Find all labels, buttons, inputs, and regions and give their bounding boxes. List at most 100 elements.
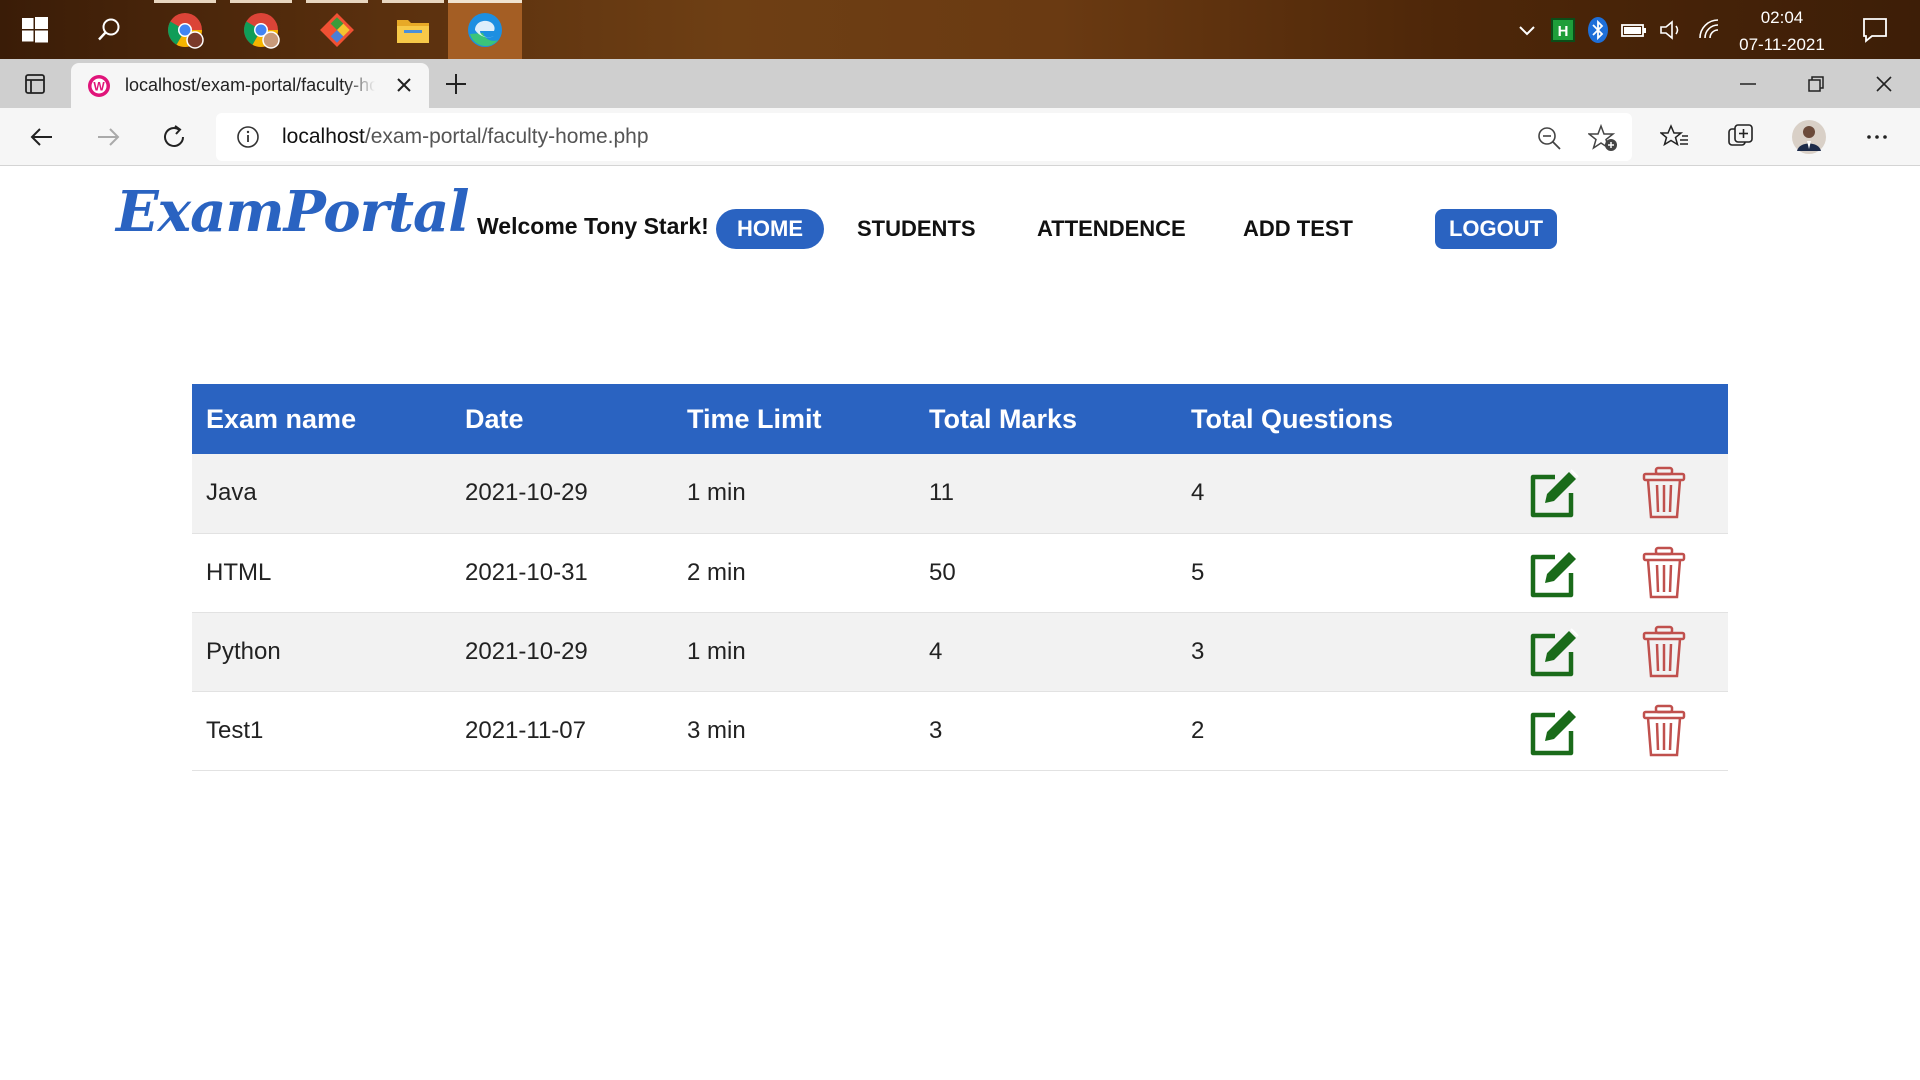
taskbar-edge-icon[interactable] (448, 0, 522, 59)
zoom-icon[interactable] (1536, 125, 1562, 151)
system-tray: H (1512, 0, 1724, 59)
clock-time: 02:04 (1760, 8, 1804, 27)
cell-total-questions: 2 (1177, 691, 1511, 771)
header-time-limit: Time Limit (673, 384, 915, 454)
reload-icon[interactable] (151, 114, 197, 160)
table-row: Python 2021-10-29 1 min 4 3 (192, 612, 1728, 692)
cell-time-limit: 2 min (673, 533, 915, 613)
cell-edit (1511, 533, 1622, 613)
edit-icon[interactable] (1525, 624, 1581, 680)
cell-time-limit: 1 min (673, 454, 915, 534)
cell-total-marks: 50 (915, 533, 1177, 613)
url-host: localhost (282, 125, 365, 148)
table-header-row: Exam name Date Time Limit Total Marks To… (192, 384, 1728, 454)
taskbar-clock[interactable]: 02:04 07-11-2021 (1722, 4, 1842, 58)
cell-time-limit: 1 min (673, 612, 915, 692)
cell-total-questions: 5 (1177, 533, 1511, 613)
table-row: Java 2021-10-29 1 min 11 4 (192, 454, 1728, 534)
cell-edit (1511, 691, 1622, 771)
tab-actions-icon[interactable] (12, 59, 58, 108)
cell-exam-name: Java (192, 454, 451, 534)
search-icon[interactable] (72, 0, 146, 59)
notifications-icon[interactable] (1846, 0, 1904, 59)
cell-delete (1622, 612, 1728, 692)
windows-start-icon[interactable] (0, 0, 70, 59)
windows-taskbar: H 02:04 07-11-2021 (0, 0, 1920, 59)
table-row: Test1 2021-11-07 3 min 3 2 (192, 691, 1728, 771)
cell-time-limit: 3 min (673, 691, 915, 771)
back-icon[interactable] (19, 114, 65, 160)
header-delete (1622, 384, 1728, 454)
cell-total-marks: 3 (915, 691, 1177, 771)
add-favorite-icon[interactable] (1588, 124, 1618, 152)
cell-date: 2021-10-31 (451, 533, 673, 613)
cell-exam-name: Test1 (192, 691, 451, 771)
page-content: ExamPortal Welcome Tony Stark! HOME STUD… (0, 167, 1920, 1080)
site-logo[interactable]: ExamPortal (116, 179, 469, 245)
delete-icon[interactable] (1636, 545, 1692, 601)
cell-exam-name: HTML (192, 533, 451, 613)
taskbar-chrome-profile-1-icon[interactable] (148, 0, 222, 59)
forward-icon[interactable] (85, 114, 131, 160)
nav-students[interactable]: STUDENTS (836, 209, 997, 249)
table-row: HTML 2021-10-31 2 min 50 5 (192, 533, 1728, 613)
taskbar-chrome-profile-2-icon[interactable] (224, 0, 298, 59)
tray-app-green-icon[interactable]: H (1550, 17, 1576, 43)
svg-text:W: W (93, 79, 105, 93)
cell-total-marks: 11 (915, 454, 1177, 534)
browser-toolbar: localhost/exam-portal/faculty-home.php (0, 108, 1920, 166)
site-info-icon[interactable] (236, 125, 260, 149)
header-exam-name: Exam name (192, 384, 451, 454)
taskbar-git-icon[interactable] (300, 0, 374, 59)
new-tab-icon[interactable] (433, 59, 479, 108)
edit-icon[interactable] (1525, 545, 1581, 601)
cell-delete (1622, 691, 1728, 771)
header-total-questions: Total Questions (1177, 384, 1511, 454)
cell-total-questions: 3 (1177, 612, 1511, 692)
edit-icon[interactable] (1525, 465, 1581, 521)
nav-add-test[interactable]: ADD TEST (1222, 209, 1374, 249)
url-text[interactable]: localhost/exam-portal/faculty-home.php (282, 125, 649, 149)
tab-title: localhost/exam-portal/faculty-home.php (125, 75, 375, 95)
cell-total-marks: 4 (915, 612, 1177, 692)
taskbar-file-explorer-icon[interactable] (376, 0, 450, 59)
minimize-icon[interactable] (1714, 59, 1782, 108)
favorites-icon[interactable] (1652, 114, 1698, 160)
header-total-marks: Total Marks (915, 384, 1177, 454)
exams-table: Exam name Date Time Limit Total Marks To… (192, 384, 1728, 771)
url-path: /exam-portal/faculty-home.php (364, 125, 649, 148)
edit-icon[interactable] (1525, 703, 1581, 759)
cell-delete (1622, 454, 1728, 534)
cell-total-questions: 4 (1177, 454, 1511, 534)
delete-icon[interactable] (1636, 703, 1692, 759)
collections-icon[interactable] (1718, 114, 1764, 160)
clock-date: 07-11-2021 (1739, 35, 1825, 54)
restore-icon[interactable] (1782, 59, 1850, 108)
address-bar[interactable]: localhost/exam-portal/faculty-home.php (216, 113, 1632, 161)
bluetooth-icon[interactable] (1586, 16, 1610, 44)
cell-exam-name: Python (192, 612, 451, 692)
close-window-icon[interactable] (1850, 59, 1918, 108)
nav-home[interactable]: HOME (716, 209, 824, 249)
cell-edit (1511, 612, 1622, 692)
tray-chevron-up-icon[interactable] (1512, 15, 1542, 45)
header-edit (1511, 384, 1622, 454)
cell-edit (1511, 454, 1622, 534)
welcome-text: Welcome Tony Stark! (477, 213, 709, 239)
header-date: Date (451, 384, 673, 454)
cell-date: 2021-10-29 (451, 454, 673, 534)
cell-date: 2021-11-07 (451, 691, 673, 771)
wifi-icon[interactable] (1696, 18, 1724, 42)
delete-icon[interactable] (1636, 624, 1692, 680)
logout-button[interactable]: LOGOUT (1435, 209, 1557, 249)
battery-icon[interactable] (1620, 19, 1648, 41)
tab-faculty-home[interactable]: W localhost/exam-portal/faculty-home.php (71, 63, 429, 108)
wamp-favicon-icon: W (88, 74, 110, 97)
volume-icon[interactable] (1658, 18, 1686, 42)
cell-delete (1622, 533, 1728, 613)
close-tab-icon[interactable] (393, 74, 415, 96)
profile-avatar[interactable] (1786, 114, 1832, 160)
nav-attendence[interactable]: ATTENDENCE (1016, 209, 1207, 249)
more-menu-icon[interactable] (1854, 114, 1900, 160)
delete-icon[interactable] (1636, 465, 1692, 521)
